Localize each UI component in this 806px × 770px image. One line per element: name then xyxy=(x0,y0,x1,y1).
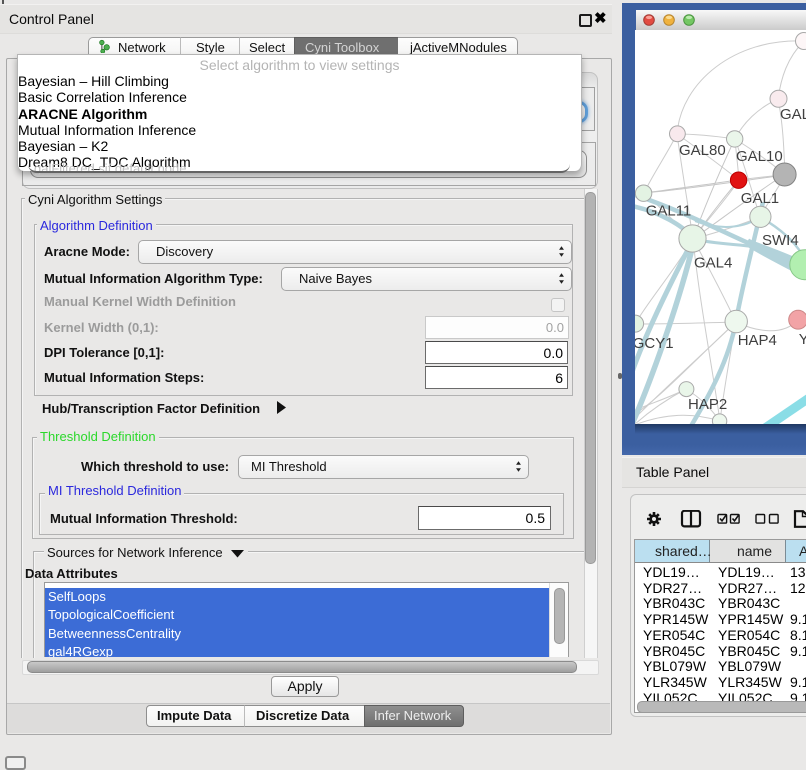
svg-text:GAL80: GAL80 xyxy=(679,142,726,159)
svg-text:HAP2: HAP2 xyxy=(688,396,727,413)
svg-text:GAL11: GAL11 xyxy=(646,203,692,220)
svg-text:GAL4: GAL4 xyxy=(694,255,732,272)
svg-text:GCY1: GCY1 xyxy=(635,335,674,352)
svg-text:GAL7: GAL7 xyxy=(780,106,806,123)
svg-text:SWI4: SWI4 xyxy=(762,232,799,249)
svg-text:GAL1: GAL1 xyxy=(741,190,779,207)
svg-text:HAP4: HAP4 xyxy=(738,332,777,349)
svg-text:YJR048W: YJR048W xyxy=(799,331,806,348)
svg-text:GAL10: GAL10 xyxy=(736,148,783,165)
